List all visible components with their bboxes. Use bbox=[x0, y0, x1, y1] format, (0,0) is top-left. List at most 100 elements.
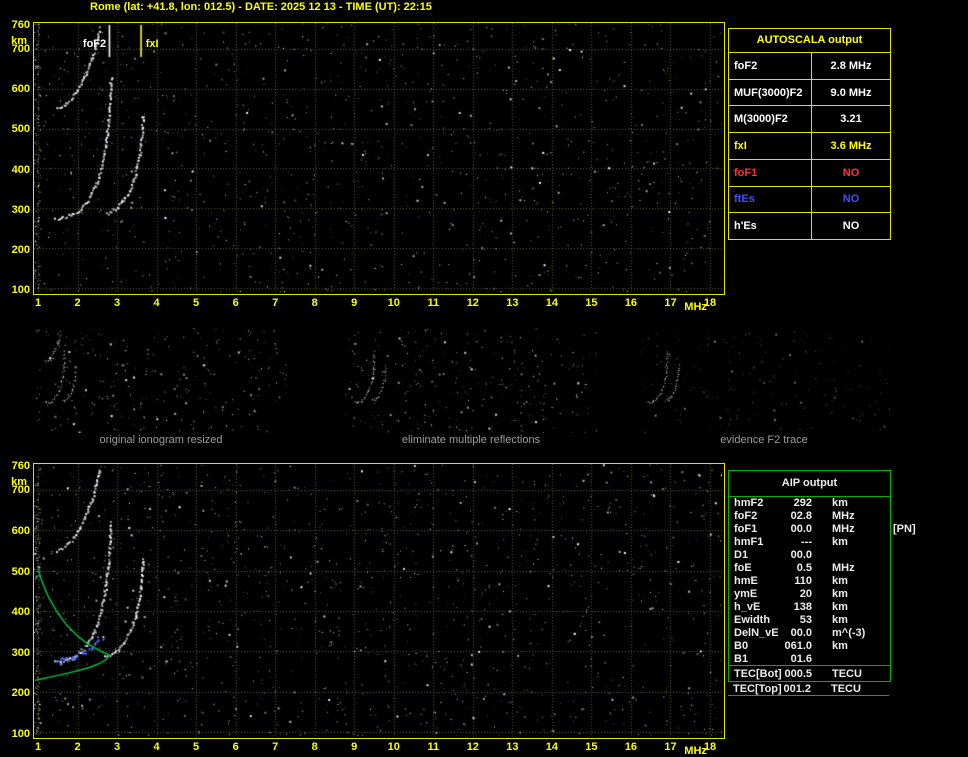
aip-output-table: AIP output hmF2 292 km foF2 02.8 MHz foF1 00.0 M… bbox=[728, 470, 916, 682]
autoscala-row-foF2: foF2 2.8 MHz bbox=[729, 53, 890, 80]
y-axis-tick-label: 760 bbox=[11, 19, 30, 31]
x-axis-tick-label: 13 bbox=[506, 297, 519, 309]
y-axis-unit-label: km bbox=[11, 476, 27, 488]
aip-param-value: 292 bbox=[793, 497, 812, 510]
scaled-ionogram-plot: foF2 fxI bbox=[33, 22, 725, 295]
scaled-ionogram-canvas bbox=[34, 23, 722, 292]
aip-param-value: 110 bbox=[794, 574, 812, 587]
autoscala-param-label: ftEs bbox=[729, 186, 812, 213]
aip-param-value: 0.5 bbox=[796, 562, 812, 575]
autoscala-param-value: 9.0 MHz bbox=[830, 86, 872, 99]
aip-param-label: DelN_vE bbox=[734, 626, 779, 639]
autoscala-param-value: NO bbox=[842, 193, 860, 206]
autoscala-param-value: 3.6 MHz bbox=[830, 140, 872, 153]
aip-param-value: 02.8 bbox=[790, 510, 812, 523]
aip-param-value: 01.6 bbox=[790, 652, 812, 665]
x-axis-tick-label: 11 bbox=[427, 741, 440, 753]
aip-row-DelN_vE: DelN_vE 00.0 m^(-3) bbox=[729, 626, 890, 639]
x-axis-tick-label: 6 bbox=[232, 741, 239, 753]
autoscala-row-MUF(3000)F2: MUF(3000)F2 9.0 MHz bbox=[729, 79, 890, 107]
thumbnail-caption: evidence F2 trace bbox=[720, 434, 808, 446]
x-axis-tick-label: 1 bbox=[34, 297, 42, 309]
aip-row-foF1: foF1 00.0 MHz [PN] bbox=[729, 523, 916, 536]
x-axis-tick-label: 2 bbox=[74, 297, 81, 309]
aip-param-unit: km bbox=[832, 497, 848, 510]
aip-param-label: h_vE bbox=[734, 600, 761, 613]
tec-bottom-unit: TECU bbox=[832, 667, 862, 680]
aip-row-B1: B1 01.6 bbox=[729, 652, 890, 665]
x-axis-unit-label: MHz bbox=[684, 745, 707, 757]
x-axis-tick-label: 9 bbox=[351, 297, 358, 309]
x-axis-tick-label: 8 bbox=[311, 741, 318, 753]
autoscala-param-value: NO bbox=[842, 220, 860, 233]
x-axis-tick-label: 10 bbox=[387, 741, 400, 753]
x-axis-tick-label: 13 bbox=[506, 741, 519, 753]
freq-marker-label-foF2: foF2 bbox=[82, 38, 107, 50]
aip-ionogram-canvas bbox=[34, 464, 722, 736]
x-axis-tick-label: 2 bbox=[74, 741, 81, 753]
x-axis-tick-label: 16 bbox=[624, 297, 638, 309]
aip-row-Ewidth: Ewidth 53 km bbox=[729, 613, 890, 626]
autoscala-table-header: AUTOSCALA output bbox=[729, 29, 890, 53]
autoscala-param-label: h'Es bbox=[729, 213, 812, 240]
aip-param-value: 53 bbox=[799, 613, 812, 626]
aip-param-value: 20 bbox=[799, 587, 812, 600]
aip-row-foE: foE 0.5 MHz bbox=[729, 562, 890, 575]
autoscala-row-ftEs: ftEs NO bbox=[729, 186, 890, 214]
autoscala-table-body: foF2 2.8 MHz MUF(3000)F2 9.0 MHz M(3000)F2 3.… bbox=[729, 53, 890, 240]
aip-row-hmF2: hmF2 292 km bbox=[729, 497, 890, 510]
aip-param-value: 061.0 bbox=[784, 639, 812, 652]
autoscala-param-label: foF2 bbox=[729, 53, 812, 79]
y-axis-tick-label: 760 bbox=[11, 460, 30, 472]
tec-bottom-label: TEC[Bot] bbox=[734, 667, 782, 680]
aip-param-unit: km bbox=[832, 613, 848, 626]
autoscala-window: Rome (lat: +41.8, lon: 012.5) - DATE: 20… bbox=[0, 0, 968, 757]
freq-marker-label-fxI: fxI bbox=[145, 38, 159, 50]
y-axis-tick-label: 300 bbox=[11, 203, 30, 216]
autoscala-param-label: foF1 bbox=[729, 159, 812, 186]
x-axis-tick-label: 11 bbox=[427, 297, 440, 309]
autoscala-param-label: M(3000)F2 bbox=[729, 106, 812, 133]
aip-param-unit: km bbox=[832, 536, 848, 549]
aip-param-label: hmF1 bbox=[734, 536, 764, 549]
y-axis-tick-label: 600 bbox=[11, 524, 30, 537]
aip-row-h_vE: h_vE 138 km bbox=[729, 600, 890, 613]
tec-top-label: TEC[Top] bbox=[733, 682, 782, 695]
y-axis-unit-label: km bbox=[11, 35, 27, 47]
x-axis-tick-label: 15 bbox=[585, 741, 598, 753]
autoscala-row-M(3000)F2: M(3000)F2 3.21 bbox=[729, 106, 890, 134]
thumbnail-caption: eliminate multiple reflections bbox=[401, 434, 541, 446]
autoscala-param-value: 2.8 MHz bbox=[830, 59, 872, 72]
aip-row-ymE: ymE 20 km bbox=[729, 587, 890, 600]
x-axis-tick-label: 7 bbox=[272, 741, 279, 753]
x-axis-tick-label: 10 bbox=[387, 297, 400, 309]
y-axis-tick-label: 300 bbox=[11, 646, 30, 659]
x-axis-tick-label: 17 bbox=[664, 741, 677, 753]
aip-param-unit: MHz bbox=[832, 510, 855, 523]
aip-table-body: hmF2 292 km foF2 02.8 MHz foF1 00.0 MHz [PN] hmF1 -… bbox=[729, 497, 916, 665]
x-axis-tick-label: 15 bbox=[585, 297, 598, 309]
tec-bottom-row: TEC[Bot] 000.5 TECU bbox=[729, 665, 890, 681]
x-axis-tick-label: 7 bbox=[272, 297, 279, 309]
aip-param-label: ymE bbox=[734, 587, 758, 600]
aip-param-unit: km bbox=[832, 574, 848, 587]
aip-param-label: hmE bbox=[734, 574, 758, 587]
x-axis-tick-label: 17 bbox=[664, 297, 677, 309]
aip-row-foF2: foF2 02.8 MHz bbox=[729, 510, 890, 523]
x-axis-tick-label: 9 bbox=[351, 741, 358, 753]
aip-param-value: --- bbox=[801, 536, 812, 549]
x-axis-tick-label: 3 bbox=[113, 297, 121, 309]
aip-param-label: hmF2 bbox=[734, 497, 764, 510]
aip-param-value: 138 bbox=[793, 600, 812, 613]
aip-row-D1: D1 00.0 bbox=[729, 549, 890, 562]
thumbnail-evidence-f2-trace bbox=[638, 328, 890, 433]
x-axis-tick-label: 4 bbox=[153, 297, 160, 309]
station-date-time-title: Rome (lat: +41.8, lon: 012.5) - DATE: 20… bbox=[90, 1, 432, 13]
aip-param-label: foF2 bbox=[734, 510, 758, 523]
tec-bottom-value: 000.5 bbox=[784, 667, 812, 680]
autoscala-param-value: 3.21 bbox=[840, 113, 862, 126]
thumbnail-caption: original ionogram resized bbox=[99, 434, 223, 446]
y-axis-tick-label: 400 bbox=[11, 163, 30, 176]
aip-param-value: 00.0 bbox=[790, 549, 812, 562]
aip-row-hmE: hmE 110 km bbox=[729, 575, 890, 588]
